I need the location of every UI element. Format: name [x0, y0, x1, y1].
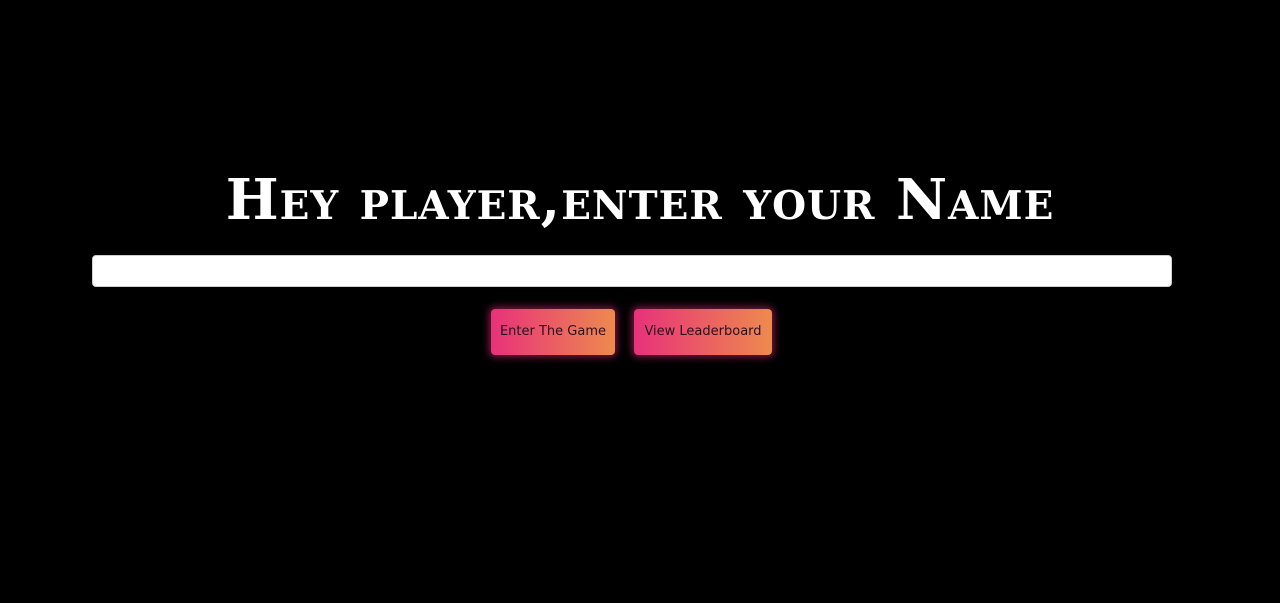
player-name-input[interactable]: [92, 255, 1172, 287]
landing-page: Hey player,enter your Name Enter The Gam…: [0, 0, 1280, 603]
enter-game-button[interactable]: Enter The Game: [491, 309, 615, 355]
view-leaderboard-button[interactable]: View Leaderboard: [634, 309, 772, 355]
page-title: Hey player,enter your Name: [225, 167, 1055, 233]
